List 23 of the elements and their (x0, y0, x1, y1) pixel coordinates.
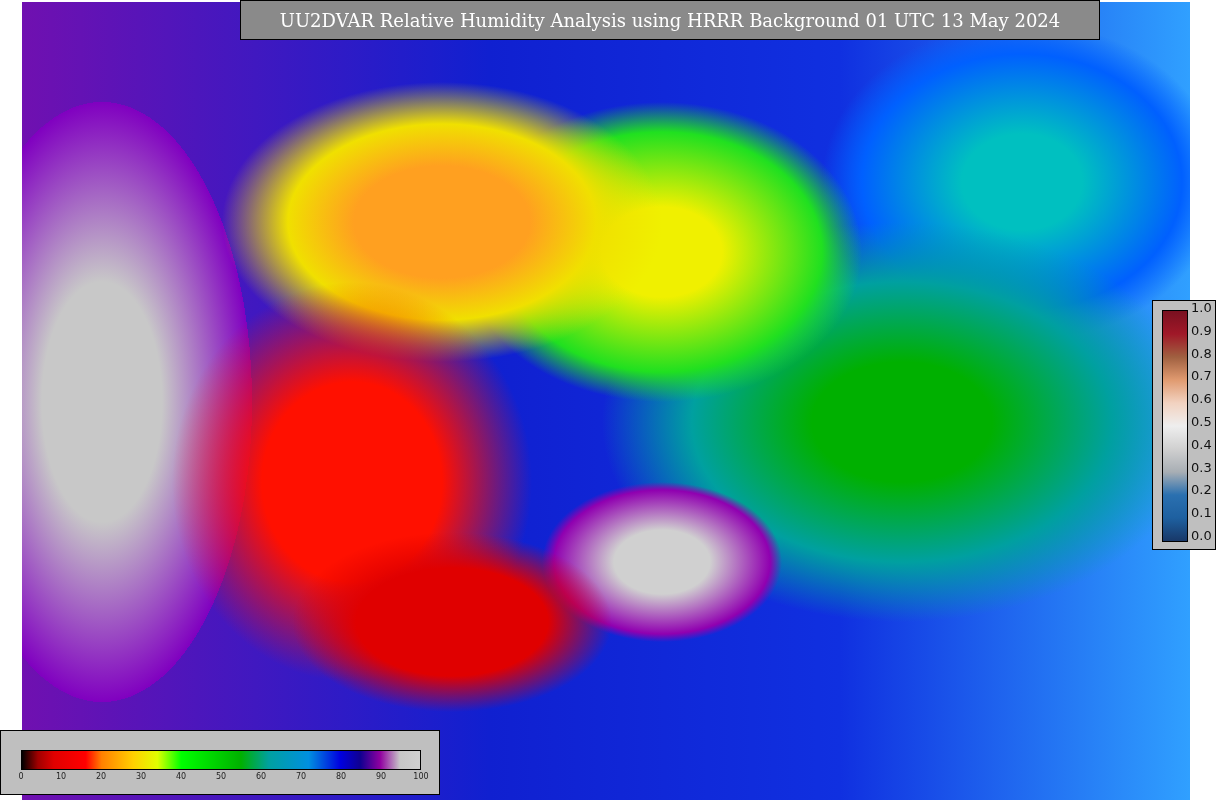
colorbar-tick-label: 1.0 (1191, 301, 1212, 315)
colorbar-tick-label: 70 (295, 772, 307, 781)
colorbar-tick-label: 0.9 (1191, 323, 1212, 338)
colorbar-tick-label: 50 (215, 772, 227, 781)
colorbar-tick-label: 0.0 (1191, 528, 1212, 543)
colorbar-tick-label: 10 (55, 772, 67, 781)
colorbar-tick-label: 100 (413, 772, 429, 781)
map-title: UU2DVAR Relative Humidity Analysis using HRRR Background 01 UTC 13 May 2024 (240, 0, 1100, 40)
colorbar-tick-label: 0.6 (1191, 392, 1212, 407)
colorbar-tick-label: 90 (375, 772, 387, 781)
colorbar-tick-label: 0.5 (1191, 415, 1212, 429)
colorbar-tick-label: 40 (175, 772, 187, 781)
colorbar-tick-label: 0 (18, 772, 24, 781)
colorbar-tick-label: 0.4 (1191, 437, 1212, 452)
colorbar-tick-label: 80 (335, 772, 347, 781)
colorbar-tick-label: 0.3 (1191, 460, 1212, 475)
colorbar-tick-label: 60 (255, 772, 267, 781)
colorbar-tick-label: 0.1 (1191, 506, 1212, 521)
colorbar-tick-label: 0.2 (1191, 483, 1212, 498)
colorbar-tick-label: 20 (95, 772, 107, 781)
colorbar-tick-label: 0.7 (1191, 369, 1212, 384)
colorbar-tick-label: 30 (135, 772, 147, 781)
colorbar-tick-label: 0.8 (1191, 346, 1212, 361)
